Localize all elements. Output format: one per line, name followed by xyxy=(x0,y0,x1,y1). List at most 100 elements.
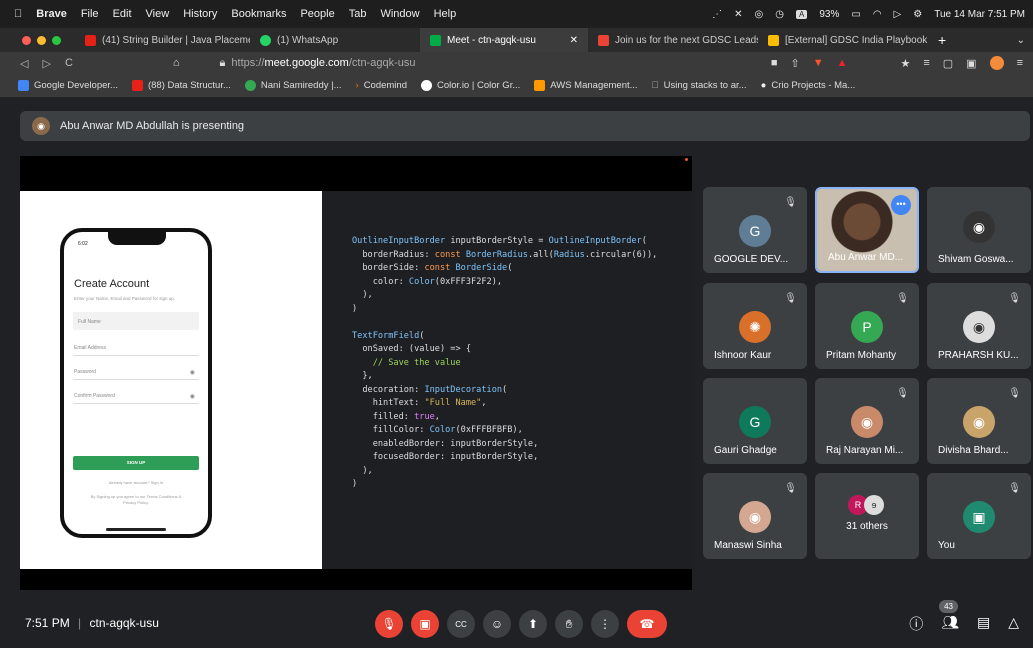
wallet-icon[interactable]: ▣ xyxy=(966,57,976,70)
participant-name: PRAHARSH KU... xyxy=(938,350,1019,361)
camera-icon[interactable]: ■ xyxy=(771,57,778,69)
bookmark-data-structures[interactable]: (88) Data Structur... xyxy=(131,80,231,91)
avatar: ◉ xyxy=(851,406,883,438)
participant-tile-praharsh[interactable]: 🎙︎ ◉ PRAHARSH KU... xyxy=(927,283,1031,369)
bookmark-codemind[interactable]: › Codemind xyxy=(356,80,407,91)
tab-string-builder[interactable]: (41) String Builder | Java Placemen xyxy=(75,28,250,52)
timer-icon[interactable]: ◷ xyxy=(775,9,784,20)
bookmark-icon[interactable]: ⌂ xyxy=(173,57,180,69)
phone-email-field: Email Address xyxy=(73,338,199,356)
activities-icon[interactable]: △ xyxy=(1008,614,1019,634)
chevron-down-icon[interactable]: ⌄ xyxy=(1017,35,1033,46)
bookmark-nani-samireddy[interactable]: Nani Samireddy |... xyxy=(244,80,342,91)
captions-button[interactable]: CC xyxy=(447,610,475,638)
address-bar-row: ◁ ▷ C ⌂ 🔒︎ https://meet.google.com/ctn-a… xyxy=(0,52,1033,74)
presenting-banner: ◉ Abu Anwar MD Abdullah is presenting xyxy=(20,111,1030,141)
sidebar-icon[interactable]: ▢ xyxy=(943,57,953,70)
forward-icon[interactable]: ▷ xyxy=(42,57,50,70)
apple-icon[interactable]:  xyxy=(14,8,22,20)
bookmark-crio[interactable]: ● Crio Projects - Ma... xyxy=(761,80,856,91)
record-icon[interactable]: ◎ xyxy=(755,9,764,20)
participant-tile-manaswi[interactable]: 🎙︎ ◉ Manaswi Sinha xyxy=(703,473,807,559)
participant-tile-divisha[interactable]: 🎙︎ ◉ Divisha Bhard... xyxy=(927,378,1031,464)
phone-password-label: Password xyxy=(74,369,96,375)
participant-tile-abu-anwar[interactable]: ••• Abu Anwar MD... xyxy=(815,187,919,273)
menu-icon[interactable]: ≡ xyxy=(1017,57,1023,69)
end-call-button[interactable]: ☎︎ xyxy=(627,610,667,638)
url-host: meet.google.com xyxy=(264,57,349,69)
rewards-icon[interactable]: ▲ xyxy=(837,57,848,69)
meeting-time: 7:51 PM xyxy=(25,616,70,630)
zoom-window-button[interactable] xyxy=(52,35,61,45)
menu-window[interactable]: Window xyxy=(380,8,419,20)
wifi-icon[interactable]: ◠ xyxy=(873,9,882,20)
menu-app-name[interactable]: Brave xyxy=(36,8,67,20)
url-path: /ctn-agqk-usu xyxy=(348,57,416,69)
menu-edit[interactable]: Edit xyxy=(113,8,132,20)
camera-off-button[interactable]: ▣ xyxy=(411,610,439,638)
phone-home-indicator xyxy=(106,528,166,531)
menu-file[interactable]: File xyxy=(81,8,99,20)
phone-signup-button: SIGN UP xyxy=(73,456,199,470)
extensions-icon[interactable]: ★ xyxy=(900,57,910,70)
playlist-icon[interactable]: ≡ xyxy=(923,57,929,69)
menu-view[interactable]: View xyxy=(146,8,170,20)
menu-clock[interactable]: Tue 14 Mar 7:51 PM xyxy=(934,9,1025,20)
profile-avatar[interactable] xyxy=(989,56,1004,70)
more-options-button[interactable]: ⋮ xyxy=(591,610,619,638)
menu-history[interactable]: History xyxy=(183,8,217,20)
shared-screen: 6:02 Create Account Enter your Name, Ema… xyxy=(20,156,692,590)
back-icon[interactable]: ◁ xyxy=(20,57,28,70)
present-button[interactable]: ⬆ xyxy=(519,610,547,638)
chat-icon[interactable]: ▤ xyxy=(977,614,990,634)
participant-tile-raj[interactable]: 🎙︎ ◉ Raj Narayan Mi... xyxy=(815,378,919,464)
tab-whatsapp[interactable]: (1) WhatsApp xyxy=(250,28,420,52)
bookmark-using-stacks[interactable]: Using stacks to ar... xyxy=(652,80,747,91)
control-center-icon[interactable]: ⚙ xyxy=(913,9,922,20)
tab-label: (1) WhatsApp xyxy=(277,34,339,46)
brave-shield-icon[interactable]: ▼ xyxy=(813,57,824,69)
new-tab-icon[interactable]: + xyxy=(928,32,946,48)
tab-playbook[interactable]: [External] GDSC India Playbook 20: xyxy=(758,28,928,52)
phone-time: 6:02 xyxy=(78,241,88,247)
play-icon[interactable]: ▷ xyxy=(894,9,902,20)
raise-hand-button[interactable]: ✋︎ xyxy=(555,610,583,638)
phone-title: Create Account xyxy=(74,278,150,290)
menu-tab[interactable]: Tab xyxy=(349,8,367,20)
keyboard-icon[interactable]: A xyxy=(796,9,808,19)
menu-bookmarks[interactable]: Bookmarks xyxy=(231,8,286,20)
participant-tile-google-dev[interactable]: 🎙︎ G GOOGLE DEV... xyxy=(703,187,807,273)
whatsapp-icon xyxy=(260,34,271,46)
share-icon[interactable]: ⇧ xyxy=(790,57,799,70)
bookmark-aws[interactable]: AWS Management... xyxy=(534,80,638,91)
participant-tile-ishnoor[interactable]: 🎙︎ ✺ Ishnoor Kaur xyxy=(703,283,807,369)
participant-tile-pritam[interactable]: 🎙︎ P Pritam Mohanty xyxy=(815,283,919,369)
info-icon[interactable]: ⓘ xyxy=(909,614,923,634)
minimize-window-button[interactable] xyxy=(37,35,46,45)
code-block: OutlineInputBorder inputBorderStyle = Ou… xyxy=(352,236,658,489)
bookmark-color-io[interactable]: Color.io | Color Gr... xyxy=(421,80,520,91)
battery-icon[interactable]: ▭ xyxy=(851,9,860,20)
more-options-icon[interactable]: ••• xyxy=(891,195,911,215)
tab-meet[interactable]: Meet - ctn-agqk-usu ✕ xyxy=(420,28,588,52)
people-icon[interactable]: 👥︎ xyxy=(941,614,959,634)
menu-help[interactable]: Help xyxy=(434,8,457,20)
emoji-button[interactable]: ☺ xyxy=(483,610,511,638)
status-icon[interactable]: ⋰ xyxy=(712,9,722,20)
tab-gmail[interactable]: Join us for the next GDSC Leads Sy xyxy=(588,28,758,52)
battery-percent[interactable]: 93% xyxy=(819,9,839,20)
participant-tile-you[interactable]: 🎙︎ ▣ You xyxy=(927,473,1031,559)
participant-tile-others[interactable]: R ɘ 31 others xyxy=(815,473,919,559)
gmail-icon xyxy=(598,34,609,46)
mute-status-icon[interactable]: ✕ xyxy=(734,9,742,20)
participant-count-badge: 43 xyxy=(939,600,958,613)
close-window-button[interactable] xyxy=(22,35,31,45)
close-tab-icon[interactable]: ✕ xyxy=(570,35,578,46)
bookmark-google-developer[interactable]: Google Developer... xyxy=(18,80,118,91)
reload-icon[interactable]: C xyxy=(65,57,73,70)
mic-off-button[interactable]: 🎙︎ xyxy=(375,610,403,638)
participant-tile-gauri[interactable]: G Gauri Ghadge xyxy=(703,378,807,464)
participant-tile-shivam[interactable]: ◉ Shivam Goswa... xyxy=(927,187,1031,273)
menu-people[interactable]: People xyxy=(300,8,334,20)
url-field[interactable]: 🔒︎ https://meet.google.com/ctn-agqk-usu xyxy=(220,57,416,70)
